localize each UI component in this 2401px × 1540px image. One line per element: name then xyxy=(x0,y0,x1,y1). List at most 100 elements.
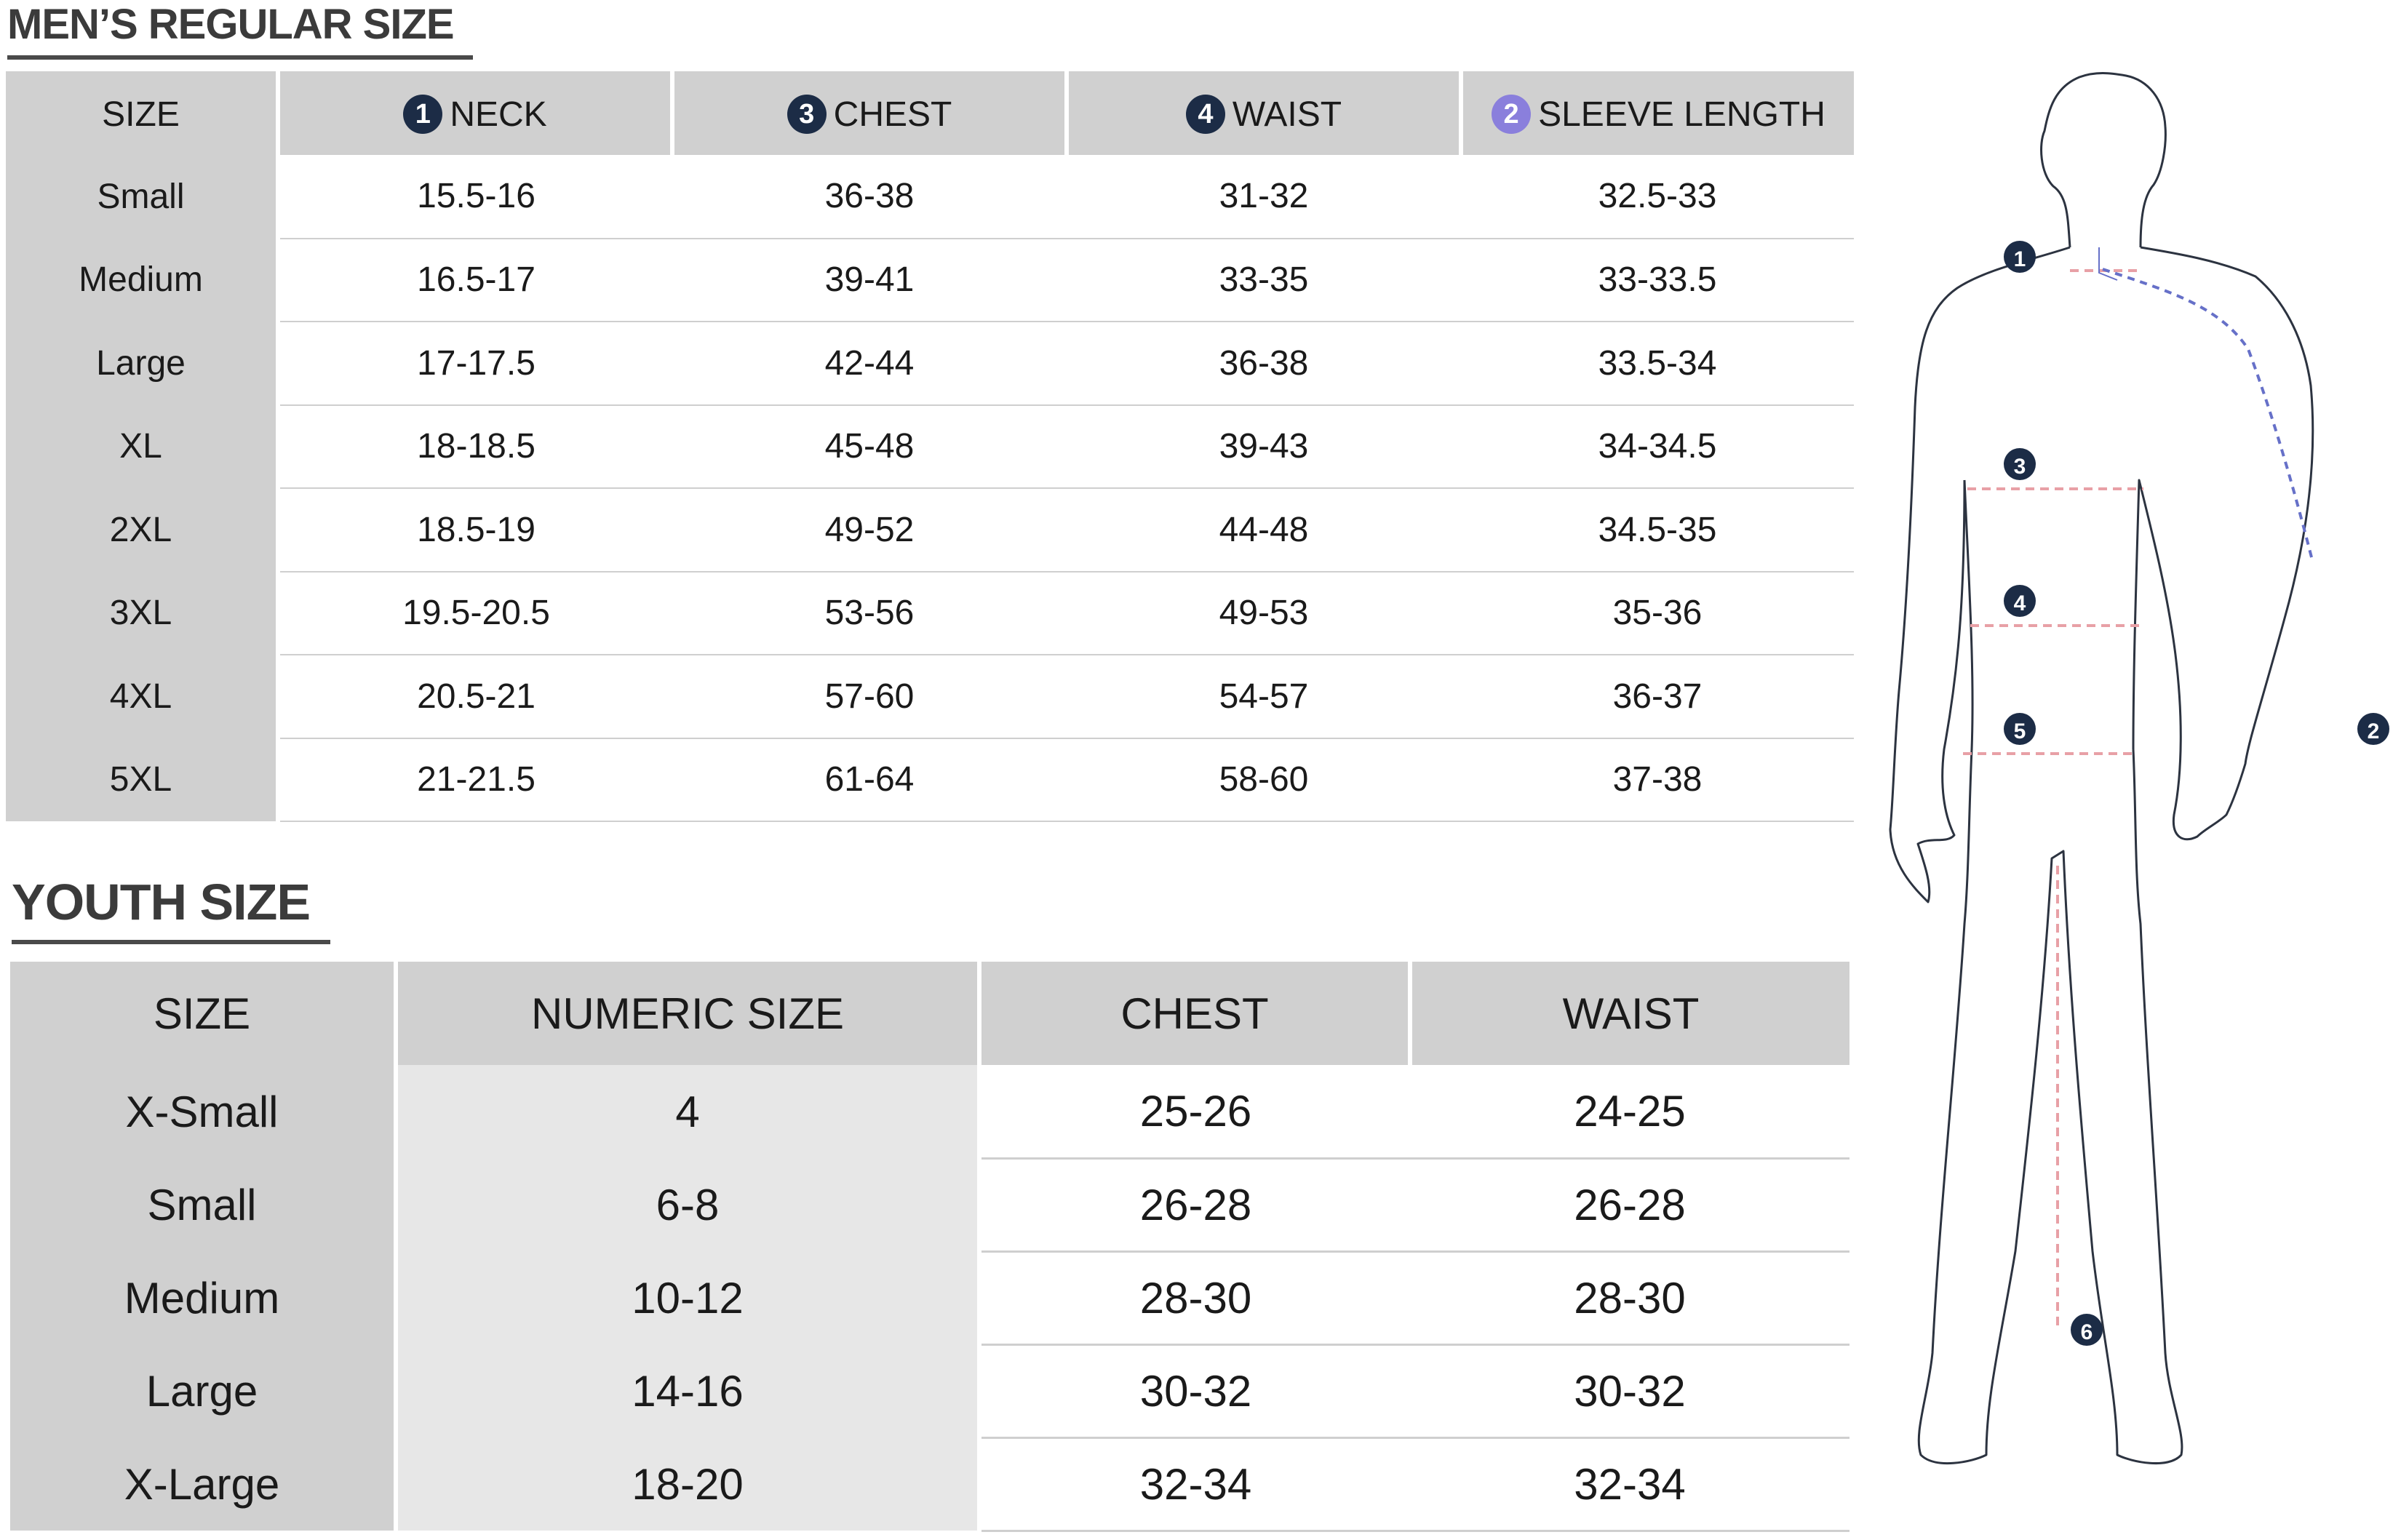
svg-text:3: 3 xyxy=(2014,455,2026,479)
sleeve-cell: 33.5-34 xyxy=(1461,322,1854,406)
youth-section-title: YOUTH SIZE xyxy=(12,874,311,930)
chest-cell: 45-48 xyxy=(672,404,1067,489)
sleeve-cell: 37-38 xyxy=(1461,738,1854,822)
youth-header-size: SIZE xyxy=(10,962,398,1065)
waist-cell: 33-35 xyxy=(1067,238,1461,322)
table-row: XL 18-18.5 45-48 39-43 34-34.5 xyxy=(6,404,1854,489)
chest-cell: 49-52 xyxy=(672,488,1067,572)
size-cell: Small xyxy=(10,1158,398,1251)
size-cell: Small xyxy=(6,155,280,239)
men-header-neck: 1 NECK xyxy=(278,71,674,155)
sleeve-cell: 33-33.5 xyxy=(1461,238,1854,322)
marker-1-badge: 1 xyxy=(403,94,443,134)
men-header-sleeve: 2 SLEEVE LENGTH xyxy=(1461,71,1854,155)
table-row: Medium 16.5-17 39-41 33-35 33-33.5 xyxy=(6,238,1854,322)
sleeve-cell: 36-37 xyxy=(1461,655,1854,739)
marker-5: 5 xyxy=(2004,713,2036,745)
chest-cell: 61-64 xyxy=(672,738,1067,822)
marker-2: 2 xyxy=(2357,713,2389,745)
svg-text:4: 4 xyxy=(2014,591,2026,615)
table-row: Medium 10-12 28-30 28-30 xyxy=(10,1251,1849,1346)
neck-cell: 19.5-20.5 xyxy=(278,571,672,655)
men-header-chest: 3 CHEST xyxy=(672,71,1069,155)
youth-size-table: SIZE NUMERIC SIZE CHEST WAIST X-Small 4 25… xyxy=(10,962,1849,1532)
waist-cell: 39-43 xyxy=(1067,404,1461,489)
neck-cell: 18-18.5 xyxy=(278,404,672,489)
table-row: 2XL 18.5-19 49-52 44-48 34.5-35 xyxy=(6,488,1854,572)
table-row: Small 6-8 26-28 26-28 xyxy=(10,1158,1849,1253)
size-cell: 5XL xyxy=(6,738,280,821)
size-cell: Medium xyxy=(6,238,280,322)
waist-cell: 32-34 xyxy=(1410,1437,1849,1532)
waist-cell: 24-25 xyxy=(1410,1065,1849,1160)
men-header-waist: 4 WAIST xyxy=(1067,71,1463,155)
body-outline xyxy=(1889,72,2314,1464)
sleeve-cell: 34-34.5 xyxy=(1461,404,1854,489)
table-row: Small 15.5-16 36-38 31-32 32.5-33 xyxy=(6,155,1854,239)
youth-header-row: SIZE NUMERIC SIZE CHEST WAIST xyxy=(10,962,1849,1065)
svg-text:5: 5 xyxy=(2014,719,2026,743)
neck-cell: 16.5-17 xyxy=(278,238,672,322)
chest-cell: 32-34 xyxy=(979,1437,1410,1532)
chest-cell: 57-60 xyxy=(672,655,1067,739)
waist-cell: 54-57 xyxy=(1067,655,1461,739)
chest-cell: 30-32 xyxy=(979,1344,1410,1439)
men-title-underline xyxy=(7,55,473,60)
sleeve-cell: 34.5-35 xyxy=(1461,488,1854,572)
measurement-guides xyxy=(1963,247,2314,1331)
numeric-size-cell: 4 xyxy=(396,1065,981,1158)
men-size-table: SIZE 1 NECK 3 CHEST 4 WAIST 2 SLEEVE LENGTH … xyxy=(6,71,1854,822)
youth-header-waist: WAIST xyxy=(1410,962,1849,1065)
marker-6: 6 xyxy=(2071,1314,2103,1346)
numeric-size-cell: 10-12 xyxy=(396,1251,981,1344)
chest-cell: 25-26 xyxy=(979,1065,1410,1160)
markers: 1 3 4 5 2 6 xyxy=(2004,241,2389,1346)
table-row: 4XL 20.5-21 57-60 54-57 36-37 xyxy=(6,655,1854,739)
neck-cell: 18.5-19 xyxy=(278,488,672,572)
marker-4-badge: 4 xyxy=(1185,94,1225,134)
sleeve-measure-line xyxy=(2102,268,2314,561)
table-row: Large 17-17.5 42-44 36-38 33.5-34 xyxy=(6,322,1854,406)
size-cell: X-Small xyxy=(10,1065,398,1158)
men-header-row: SIZE 1 NECK 3 CHEST 4 WAIST 2 SLEEVE LENGTH xyxy=(6,71,1854,155)
size-cell: Medium xyxy=(10,1251,398,1344)
men-section-title: MEN’S REGULAR SIZE xyxy=(7,1,455,48)
svg-text:2: 2 xyxy=(2368,719,2380,743)
marker-4: 4 xyxy=(2004,585,2036,617)
waist-cell: 49-53 xyxy=(1067,571,1461,655)
numeric-size-cell: 14-16 xyxy=(396,1344,981,1437)
table-row: Large 14-16 30-32 30-32 xyxy=(10,1344,1849,1439)
table-row: 5XL 21-21.5 61-64 58-60 37-38 xyxy=(6,738,1854,822)
chest-cell: 28-30 xyxy=(979,1251,1410,1346)
chest-cell: 36-38 xyxy=(672,155,1067,239)
neck-cell: 15.5-16 xyxy=(278,155,672,239)
chest-cell: 39-41 xyxy=(672,238,1067,322)
size-cell: Large xyxy=(10,1344,398,1437)
neck-cell: 17-17.5 xyxy=(278,322,672,406)
size-cell: X-Large xyxy=(10,1437,398,1531)
waist-cell: 26-28 xyxy=(1410,1158,1849,1253)
chest-cell: 26-28 xyxy=(979,1158,1410,1253)
marker-3: 3 xyxy=(2004,448,2036,480)
waist-cell: 58-60 xyxy=(1067,738,1461,822)
waist-cell: 36-38 xyxy=(1067,322,1461,406)
neck-cell: 21-21.5 xyxy=(278,738,672,822)
marker-3-badge: 3 xyxy=(787,94,827,134)
table-row: X-Small 4 25-26 24-25 xyxy=(10,1065,1849,1160)
waist-cell: 28-30 xyxy=(1410,1251,1849,1346)
body-measurement-figure: 1 3 4 5 2 6 xyxy=(1889,72,2389,1464)
chest-cell: 53-56 xyxy=(672,571,1067,655)
numeric-size-cell: 6-8 xyxy=(396,1158,981,1251)
svg-text:1: 1 xyxy=(2014,247,2026,271)
youth-header-numeric: NUMERIC SIZE xyxy=(396,962,981,1065)
sleeve-measure-tick xyxy=(2098,247,2118,281)
size-cell: 3XL xyxy=(6,571,280,655)
waist-cell: 44-48 xyxy=(1067,488,1461,572)
numeric-size-cell: 18-20 xyxy=(396,1437,981,1531)
size-cell: 2XL xyxy=(6,488,280,572)
size-cell: 4XL xyxy=(6,655,280,738)
size-cell: Large xyxy=(6,322,280,405)
sleeve-cell: 35-36 xyxy=(1461,571,1854,655)
marker-1: 1 xyxy=(2004,241,2036,273)
table-row: X-Large 18-20 32-34 32-34 xyxy=(10,1437,1849,1532)
